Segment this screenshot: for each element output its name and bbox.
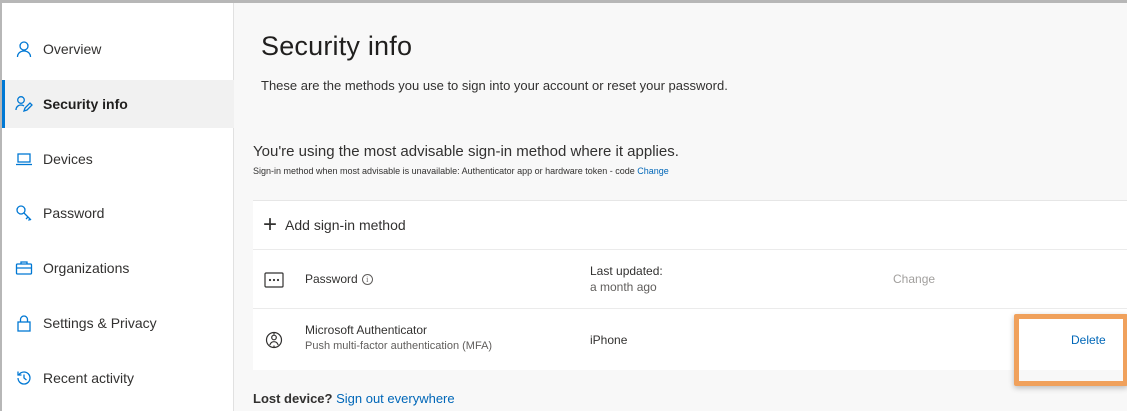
key-icon (14, 203, 34, 223)
page-subtitle: These are the methods you use to sign in… (261, 78, 728, 93)
history-icon (14, 368, 34, 388)
method-name: Password i (305, 272, 373, 286)
add-sign-in-method-label: Add sign-in method (285, 217, 406, 233)
delete-highlight-box (1014, 314, 1127, 386)
sidebar-item-security-info[interactable]: Security info (2, 80, 234, 128)
method-detail-value: a month ago (590, 280, 657, 294)
password-dots-icon (263, 270, 285, 290)
sidebar-item-label: Security info (43, 96, 128, 112)
add-sign-in-method-button[interactable]: + Add sign-in method (253, 201, 1127, 249)
info-icon[interactable]: i (361, 274, 373, 286)
lost-device-label: Lost device? (253, 391, 333, 406)
method-row-authenticator: Microsoft Authenticator Push multi-facto… (253, 308, 1127, 370)
method-name: Microsoft Authenticator (305, 323, 428, 337)
lock-icon (14, 313, 34, 333)
advisable-method-title: You're using the most advisable sign-in … (253, 143, 679, 160)
sidebar-item-label: Recent activity (43, 370, 135, 386)
sidebar-item-devices[interactable]: Devices (2, 135, 234, 183)
sidebar-item-label: Devices (43, 151, 93, 167)
app-window: Overview Security info Devices Password … (0, 0, 1127, 411)
method-detail-label: Last updated: (590, 264, 663, 278)
sidebar: Overview Security info Devices Password … (2, 3, 234, 411)
change-password-button[interactable]: Change (893, 272, 935, 286)
person-icon (14, 39, 34, 59)
sidebar-item-label: Overview (43, 41, 102, 57)
sidebar-item-recent-activity[interactable]: Recent activity (2, 354, 234, 402)
authenticator-icon (263, 330, 285, 350)
method-row-password: Password i Last updated: a month ago Chan… (253, 249, 1127, 308)
sidebar-item-overview[interactable]: Overview (2, 25, 234, 73)
briefcase-icon (14, 258, 34, 278)
sidebar-item-label: Organizations (43, 260, 130, 276)
advisable-method-subtitle: Sign-in method when most advisable is un… (253, 166, 669, 176)
security-info-icon (14, 94, 34, 114)
advisable-method-subtitle-text: Sign-in method when most advisable is un… (253, 166, 635, 176)
method-name-text: Password (305, 272, 358, 286)
laptop-icon (14, 149, 34, 169)
main-content: Security info These are the methods you … (235, 3, 1127, 411)
method-description: Push multi-factor authentication (MFA) (305, 340, 493, 352)
sidebar-item-password[interactable]: Password (2, 189, 234, 237)
sign-out-everywhere-link[interactable]: Sign out everywhere (336, 391, 455, 406)
sidebar-item-settings-privacy[interactable]: Settings & Privacy (2, 299, 234, 347)
sign-in-methods-list: + Add sign-in method Password i Last upda… (253, 200, 1127, 370)
sidebar-item-label: Password (43, 205, 105, 221)
sidebar-item-organizations[interactable]: Organizations (2, 244, 234, 292)
sidebar-item-label: Settings & Privacy (43, 315, 157, 331)
lost-device-row: Lost device? Sign out everywhere (253, 391, 455, 406)
page-title: Security info (261, 31, 413, 61)
method-detail-value: iPhone (590, 333, 628, 347)
plus-icon: + (263, 211, 278, 238)
change-default-method-link[interactable]: Change (637, 166, 669, 176)
